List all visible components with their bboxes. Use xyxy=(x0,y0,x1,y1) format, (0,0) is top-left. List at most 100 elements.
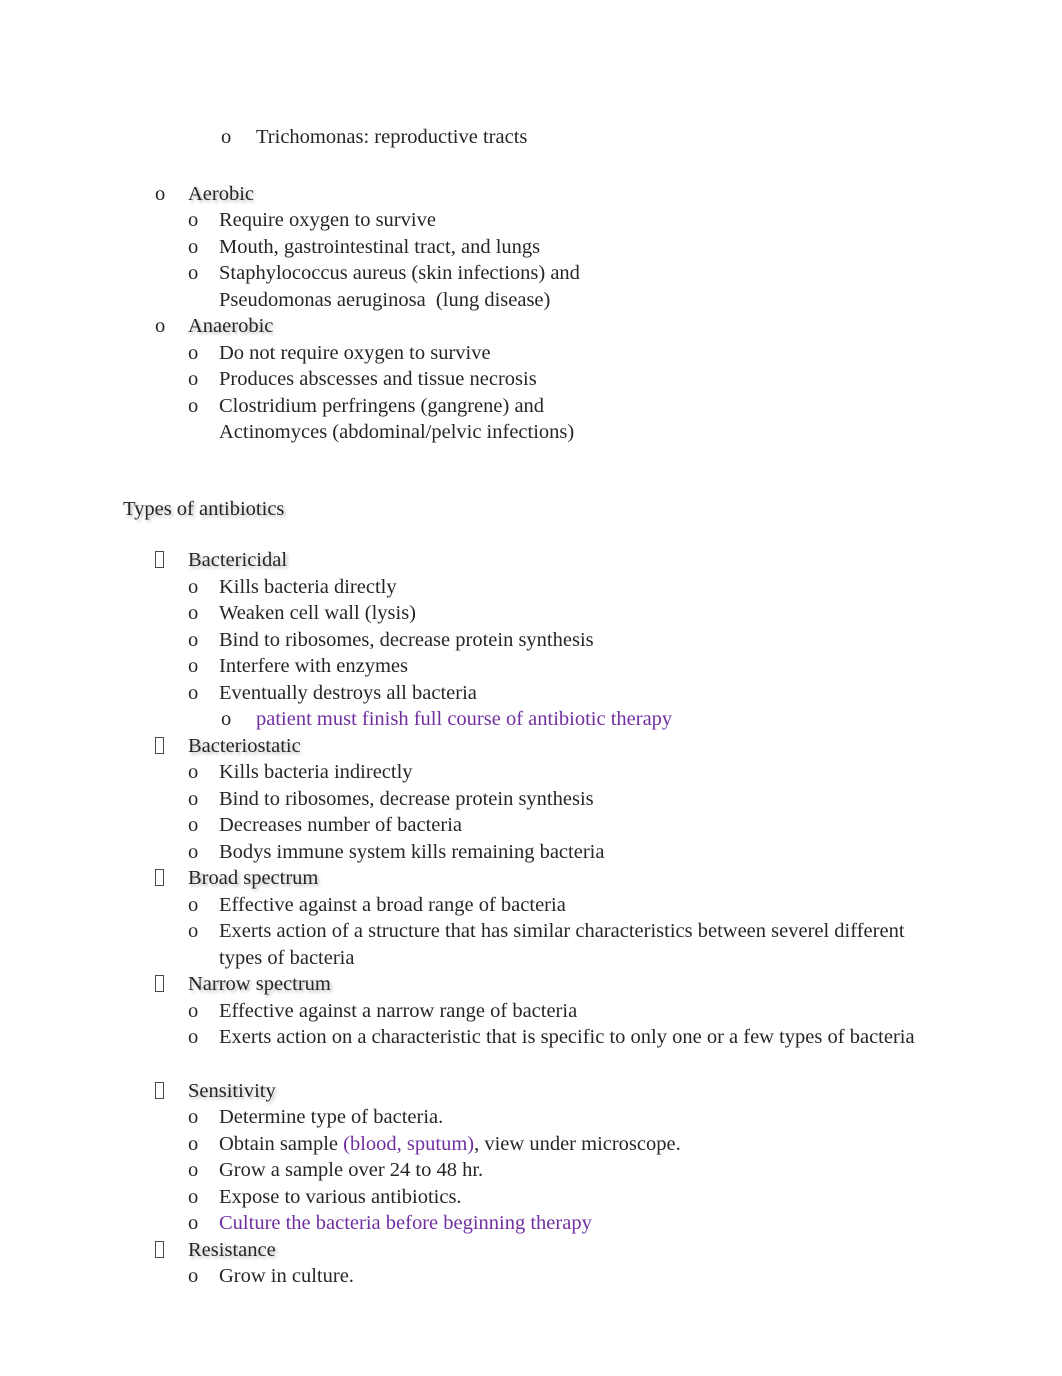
bullet-circle-marker: o xyxy=(188,209,199,231)
list-item: o Clostridium perfringens (gangrene) and xyxy=(0,393,1062,420)
list-item: o Kills bacteria indirectly xyxy=(0,759,1062,786)
list-item-label: Do not require oxygen to survive xyxy=(219,341,491,364)
bullet-circle-marker: o xyxy=(188,394,199,417)
bullet-circle-marker: o xyxy=(188,655,199,677)
bullet-circle-marker: o xyxy=(188,999,199,1022)
list-item-label: Bodys immune system kills remaining bact… xyxy=(219,840,605,863)
bullet-circle-marker: o xyxy=(188,920,199,942)
list-item-label: Pseudomonas aeruginosa (lung disease) xyxy=(219,288,551,311)
list-item: o Weaken cell wall (lysis) xyxy=(0,600,1062,627)
list-item-continuation: Pseudomonas aeruginosa (lung disease) xyxy=(0,287,1062,314)
bullet-circle-marker: o xyxy=(188,575,199,598)
bullet-circle-marker: o xyxy=(188,628,199,651)
bullet-circle-marker: o xyxy=(188,1132,199,1155)
list-item: o Effective against a broad range of bac… xyxy=(0,892,1062,919)
list-item-aerobic: o Aerobic xyxy=(0,181,1062,208)
list-item-label: Staphylococcus aureus (skin infections) … xyxy=(219,262,580,284)
bullet-circle-marker: o xyxy=(155,182,166,205)
list-item-label: Effective against a narrow range of bact… xyxy=(219,999,578,1022)
bullet-circle-marker: o xyxy=(188,341,199,364)
list-item-label: Expose to various antibiotics. xyxy=(219,1185,462,1208)
page-title: Types of antibiotics xyxy=(123,497,285,520)
list-item-narrow-spectrum: Narrow spectrum xyxy=(0,971,1062,998)
bacteriostatic-title: Bacteriostatic xyxy=(188,734,301,757)
resistance-title: Resistance xyxy=(188,1238,276,1261)
list-item: o Expose to various antibiotics. xyxy=(0,1184,1062,1211)
list-item-label: Actinomyces (abdominal/pelvic infections… xyxy=(219,421,575,443)
list-item: o Bind to ribosomes, decrease protein sy… xyxy=(0,786,1062,813)
list-item: o Decreases number of bacteria xyxy=(0,812,1062,839)
bullet-circle-marker: o xyxy=(188,1026,199,1048)
list-item: o Produces abscesses and tissue necrosis xyxy=(0,366,1062,393)
list-item-label: Produces abscesses and tissue necrosis xyxy=(219,368,537,390)
obtain-suffix: , view under microscope. xyxy=(474,1132,681,1155)
list-item-broad-spectrum: Broad spectrum xyxy=(0,865,1062,892)
bullet-box-icon xyxy=(155,865,188,892)
bullet-circle-marker: o xyxy=(188,602,199,624)
bullet-circle-marker: o xyxy=(221,708,232,730)
list-item-bacteriostatic: Bacteriostatic xyxy=(0,733,1062,760)
list-item-label: Grow a sample over 24 to 48 hr. xyxy=(219,1159,484,1181)
list-item: o Effective against a narrow range of ba… xyxy=(0,998,1062,1025)
list-item: o Staphylococcus aureus (skin infections… xyxy=(0,260,1062,287)
list-item-label: Trichomonas: reproductive tracts xyxy=(256,126,528,148)
bullet-circle-marker: o xyxy=(188,1212,199,1234)
list-item: o Bind to ribosomes, decrease protein sy… xyxy=(0,627,1062,654)
anaerobic-title: Anaerobic xyxy=(188,315,274,337)
list-item-label: Weaken cell wall (lysis) xyxy=(219,602,417,624)
bullet-circle-marker: o xyxy=(188,787,199,810)
bullet-circle-marker: o xyxy=(188,262,199,284)
bullet-circle-marker: o xyxy=(188,1185,199,1208)
bullet-circle-marker: o xyxy=(188,1106,199,1128)
list-item-sensitivity: Sensitivity xyxy=(0,1078,1062,1105)
list-item-continuation: types of bacteria xyxy=(0,945,1062,972)
bullet-circle-marker: o xyxy=(188,814,199,836)
obtain-prefix: Obtain sample xyxy=(219,1132,344,1155)
list-item: o Kills bacteria directly xyxy=(0,574,1062,601)
list-item: o Culture the bacteria before beginning … xyxy=(0,1210,1062,1237)
list-item: o Determine type of bacteria. xyxy=(0,1104,1062,1131)
obtain-sample-types: (blood, sputum) xyxy=(343,1132,475,1155)
subnote-label: patient must finish full course of antib… xyxy=(256,708,673,730)
bullet-circle-marker: o xyxy=(221,126,232,148)
bullet-box-icon xyxy=(155,1078,188,1105)
list-item-label: Grow in culture. xyxy=(219,1265,354,1287)
list-item-label: Effective against a broad range of bacte… xyxy=(219,893,566,916)
bactericidal-title: Bactericidal xyxy=(188,549,288,571)
list-item: o Trichomonas: reproductive tracts xyxy=(0,124,1062,151)
list-item-label: Determine type of bacteria. xyxy=(219,1106,444,1128)
list-item-label: Require oxygen to survive xyxy=(219,209,436,231)
list-item-subnote: o patient must finish full course of ant… xyxy=(0,706,1062,733)
top-spacer xyxy=(0,0,1062,124)
bullet-box-icon xyxy=(155,547,188,574)
list-item-label: Exerts action on a characteristic that i… xyxy=(219,1026,915,1048)
list-item-label: Culture the bacteria before beginning th… xyxy=(219,1212,592,1234)
aerobic-title: Aerobic xyxy=(188,182,255,205)
bullet-circle-marker: o xyxy=(188,893,199,916)
list-item-label: Clostridium perfringens (gangrene) and xyxy=(219,394,545,417)
narrow-spectrum-title: Narrow spectrum xyxy=(188,973,331,995)
list-item: o Exerts action on a characteristic that… xyxy=(0,1024,1062,1051)
list-item-label: Decreases number of bacteria xyxy=(219,814,463,836)
list-item-label: Kills bacteria indirectly xyxy=(219,761,413,783)
list-item: o Mouth, gastrointestinal tract, and lun… xyxy=(0,234,1062,261)
list-item: o Bodys immune system kills remaining ba… xyxy=(0,839,1062,866)
list-item: o Exerts action of a structure that has … xyxy=(0,918,1062,945)
list-item: o Require oxygen to survive xyxy=(0,207,1062,234)
bullet-box-icon xyxy=(155,971,188,998)
list-item-label: Bind to ribosomes, decrease protein synt… xyxy=(219,787,594,810)
list-item-label: Kills bacteria directly xyxy=(219,575,397,598)
list-item: o Grow a sample over 24 to 48 hr. xyxy=(0,1157,1062,1184)
list-item: o Eventually destroys all bacteria xyxy=(0,680,1062,707)
bullet-circle-marker: o xyxy=(188,761,199,783)
list-item: o Grow in culture. xyxy=(0,1263,1062,1290)
list-item-label: Interfere with enzymes xyxy=(219,655,408,677)
list-item: o Interfere with enzymes xyxy=(0,653,1062,680)
list-item-label: types of bacteria xyxy=(219,946,355,969)
sensitivity-title: Sensitivity xyxy=(188,1079,276,1102)
list-item-label: Bind to ribosomes, decrease protein synt… xyxy=(219,628,594,651)
list-item-label: Mouth, gastrointestinal tract, and lungs xyxy=(219,235,541,258)
